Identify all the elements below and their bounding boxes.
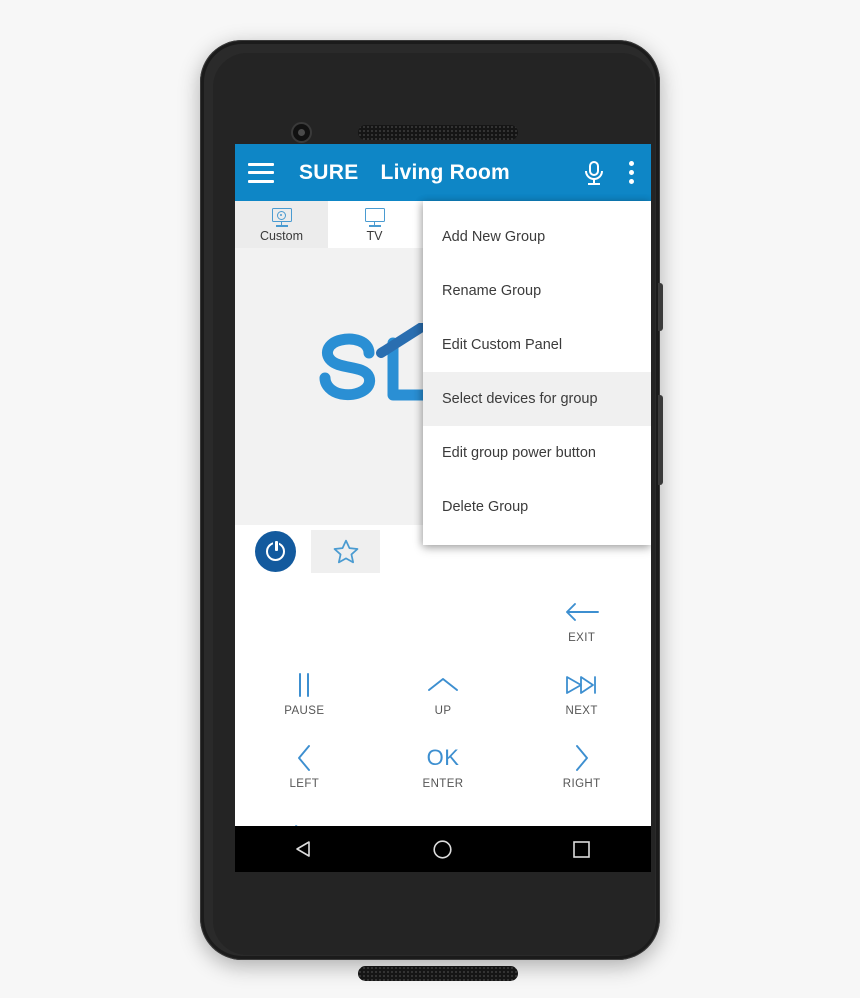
power-icon: [266, 540, 285, 561]
hamburger-menu-icon[interactable]: [248, 162, 274, 183]
custom-panel-icon: [270, 208, 294, 227]
app-brand-title: SURE: [299, 160, 359, 184]
overflow-menu-icon[interactable]: [629, 161, 634, 184]
app-bar: SURE Living Room: [235, 144, 651, 201]
remote-key-label: LEFT: [289, 778, 320, 790]
remote-key-label: RIGHT: [562, 778, 601, 790]
front-camera-icon: [293, 124, 310, 141]
tab-custom[interactable]: Custom: [235, 201, 328, 248]
tab-custom-label: Custom: [259, 229, 304, 243]
remote-key-label: UP: [434, 705, 452, 717]
ok-text-icon: OK: [427, 743, 460, 773]
home-circle-icon: [433, 839, 453, 859]
chevron-right-icon: [572, 743, 592, 773]
menu-item-edit-group-power-button[interactable]: Edit group power button: [423, 426, 651, 480]
arrow-left-icon: [564, 597, 600, 627]
skip-next-icon: [565, 670, 599, 700]
pause-icon: [292, 670, 316, 700]
back-triangle-icon: [296, 841, 311, 857]
ok-label: OK: [426, 745, 460, 770]
overflow-popup-menu: Add New Group Rename Group Edit Custom P…: [423, 201, 651, 545]
remote-key-right[interactable]: RIGHT: [512, 730, 651, 803]
remote-key-label: EXIT: [568, 632, 596, 644]
favorite-button[interactable]: [311, 530, 380, 573]
remote-key-pause[interactable]: PAUSE: [235, 657, 374, 730]
chevron-up-icon: [426, 670, 460, 700]
remote-key-exit[interactable]: EXIT: [512, 584, 651, 657]
remote-key-empty: [235, 584, 374, 657]
remote-key-up[interactable]: UP: [374, 657, 513, 730]
star-outline-icon: [333, 539, 358, 564]
tv-icon: [363, 208, 387, 227]
menu-item-rename-group[interactable]: Rename Group: [423, 264, 651, 318]
chevron-left-icon: [294, 743, 314, 773]
phone-front-face: SURE Living Room Custom TV EXIT PAUSE UP…: [213, 53, 655, 981]
recents-square-icon: [573, 840, 590, 858]
remote-key-label: NEXT: [565, 705, 598, 717]
microphone-icon[interactable]: [583, 160, 605, 186]
tab-tv-label: TV: [366, 229, 383, 243]
hardware-volume-key[interactable]: [658, 395, 663, 485]
key-row: PAUSE UP NEXT: [235, 657, 651, 730]
hardware-power-key[interactable]: [658, 283, 663, 331]
phone-screen: SURE Living Room Custom TV EXIT PAUSE UP…: [235, 144, 651, 872]
tab-tv[interactable]: TV: [328, 201, 421, 248]
remote-key-label: PAUSE: [284, 705, 325, 717]
nav-home-button[interactable]: [415, 826, 471, 872]
remote-key-left[interactable]: LEFT: [235, 730, 374, 803]
remote-key-next[interactable]: NEXT: [512, 657, 651, 730]
phone-device: SURE Living Room Custom TV EXIT PAUSE UP…: [200, 40, 663, 981]
key-row: LEFT OK ENTER RIGHT: [235, 730, 651, 803]
menu-item-add-new-group[interactable]: Add New Group: [423, 210, 651, 264]
remote-key-label: ENTER: [422, 778, 464, 790]
menu-item-edit-custom-panel[interactable]: Edit Custom Panel: [423, 318, 651, 372]
android-navigation-bar: [235, 826, 651, 872]
power-button[interactable]: [255, 531, 296, 572]
nav-recents-button[interactable]: [554, 826, 610, 872]
earpiece-speaker: [358, 125, 518, 140]
remote-key-empty: [374, 584, 513, 657]
key-row: EXIT: [235, 584, 651, 657]
bottom-speaker: [358, 966, 518, 981]
nav-back-button[interactable]: [276, 826, 332, 872]
remote-key-enter[interactable]: OK ENTER: [374, 730, 513, 803]
phone-bezel: SURE Living Room Custom TV EXIT PAUSE UP…: [204, 44, 656, 981]
menu-item-select-devices-for-group[interactable]: Select devices for group: [423, 372, 651, 426]
current-group-title: Living Room: [380, 160, 510, 184]
menu-item-delete-group[interactable]: Delete Group: [423, 480, 651, 534]
